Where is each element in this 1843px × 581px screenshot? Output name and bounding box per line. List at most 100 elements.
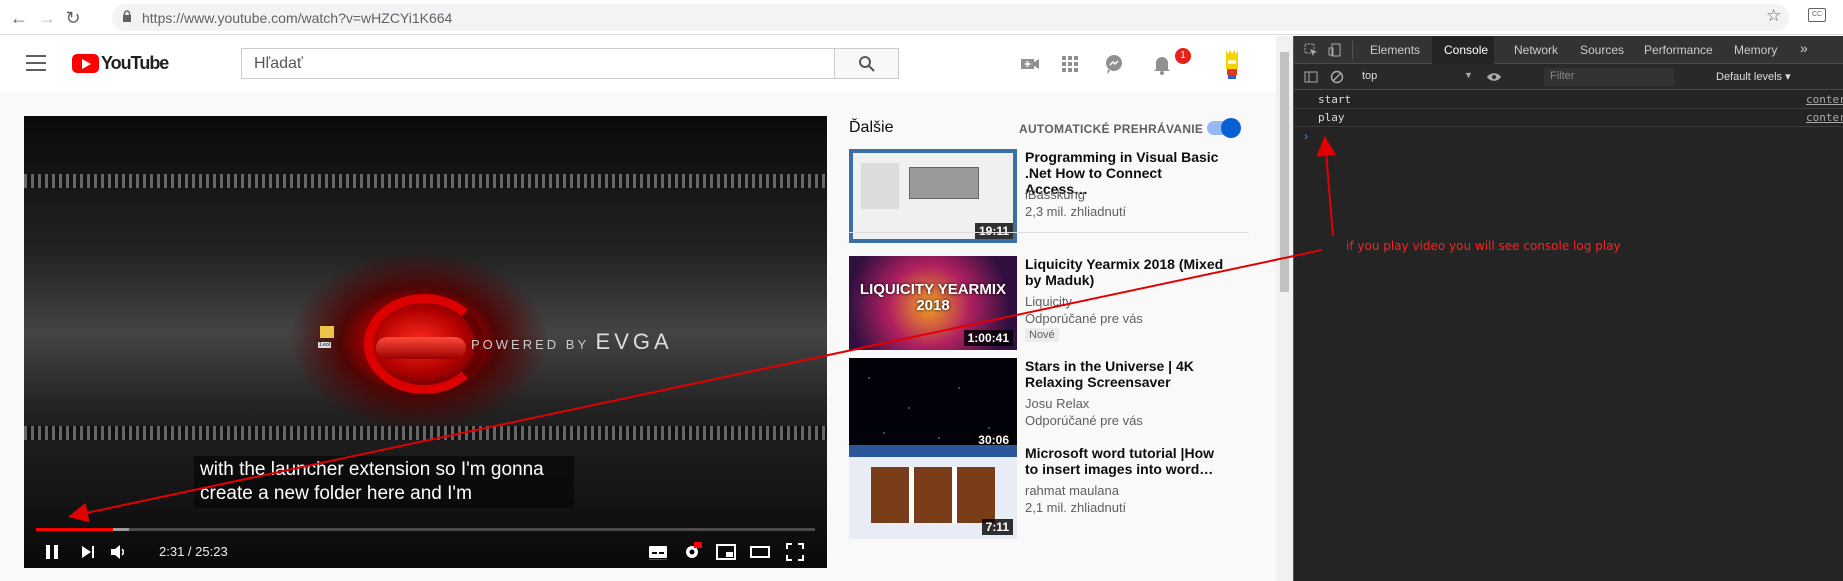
console-log-line: play conter xyxy=(1294,109,1843,127)
devtools-panel: Elements Console Network Sources Perform… xyxy=(1293,36,1843,581)
pause-icon[interactable] xyxy=(44,544,60,560)
video-duration: 1:00:41 xyxy=(963,330,1013,346)
video-channel[interactable]: Liquicity xyxy=(1025,294,1072,309)
reload-icon[interactable]: ↻ xyxy=(60,5,86,31)
video-item[interactable]: LIQUICITY YEARMIX 2018 1:00:41 Liquicity… xyxy=(849,256,1249,350)
video-thumbnail[interactable]: 19:11 xyxy=(849,149,1017,243)
up-next-label: Ďalšie xyxy=(849,119,894,136)
sidebar-toggle-icon[interactable] xyxy=(1304,70,1318,84)
search-button[interactable] xyxy=(834,48,899,79)
youtube-page: YouTube Hľadať 1 POWERED BY EVGA 1.eol w… xyxy=(0,36,1276,581)
tab-console[interactable]: Console xyxy=(1444,43,1488,57)
apps-icon[interactable] xyxy=(1058,52,1082,76)
avatar[interactable] xyxy=(1220,48,1244,80)
time-display: 2:31 / 25:23 xyxy=(159,544,228,559)
menu-icon[interactable] xyxy=(26,55,46,71)
video-channel[interactable]: Josu Relax xyxy=(1025,396,1089,411)
log-message: start xyxy=(1318,93,1352,106)
tab-memory[interactable]: Memory xyxy=(1734,43,1777,57)
annotation-text: if you play video you will see console l… xyxy=(1346,239,1621,253)
log-source-link[interactable]: conter xyxy=(1806,111,1843,124)
search-icon xyxy=(859,56,875,72)
video-item[interactable]: 19:11 Programming in Visual Basic .Net H… xyxy=(849,149,1249,243)
video-duration: 7:11 xyxy=(981,519,1013,535)
video-title[interactable]: Stars in the Universe | 4K Relaxing Scre… xyxy=(1025,358,1225,390)
youtube-logo[interactable]: YouTube xyxy=(72,53,169,74)
caption-line-2: create a new folder here and I'm xyxy=(200,483,472,504)
desktop-folder-icon xyxy=(320,326,334,338)
autoplay-toggle[interactable] xyxy=(1207,118,1241,138)
video-thumbnail[interactable]: LIQUICITY YEARMIX 2018 1:00:41 xyxy=(849,256,1017,350)
lock-icon xyxy=(123,10,131,22)
video-item[interactable]: 30:06 Stars in the Universe | 4K Relaxin… xyxy=(849,358,1249,452)
log-source-link[interactable]: conter xyxy=(1806,93,1843,106)
notification-badge: 1 xyxy=(1175,48,1191,64)
messages-icon[interactable] xyxy=(1102,52,1126,76)
console-log-line: start conter xyxy=(1294,91,1843,109)
desktop-folder-label: 1.eol xyxy=(318,342,331,348)
tab-network[interactable]: Network xyxy=(1514,43,1558,57)
context-dropdown-icon[interactable]: ▼ xyxy=(1464,70,1473,80)
devtools-tabbar: Elements Console Network Sources Perform… xyxy=(1294,36,1843,64)
create-video-icon[interactable] xyxy=(1018,52,1042,76)
wallpaper-evga-text: POWERED BY EVGA xyxy=(471,329,673,354)
miniplayer-icon[interactable] xyxy=(716,544,736,560)
more-tabs-icon[interactable]: » xyxy=(1800,40,1808,56)
console-toolbar: top ▼ Filter Default levels ▾ xyxy=(1294,64,1843,90)
log-message: play xyxy=(1318,111,1345,124)
filter-input[interactable]: Filter xyxy=(1544,68,1674,86)
video-meta: 2,3 mil. zhliadnutí xyxy=(1025,204,1127,219)
video-player[interactable]: POWERED BY EVGA 1.eol with the launcher … xyxy=(24,116,827,568)
youtube-logo-text: YouTube xyxy=(101,53,169,73)
progress-played xyxy=(36,528,114,531)
tab-sources[interactable]: Sources xyxy=(1580,43,1624,57)
search-placeholder: Hľadať xyxy=(254,55,303,72)
log-levels-dropdown[interactable]: Default levels ▾ xyxy=(1716,70,1791,83)
clear-console-icon[interactable] xyxy=(1330,70,1344,84)
device-toggle-icon[interactable] xyxy=(1328,43,1342,57)
video-meta: Odporúčané pre vás xyxy=(1025,311,1143,326)
up-next-sidebar: Ďalšie AUTOMATICKÉ PREHRÁVANIE 19:11 Pro… xyxy=(849,116,1249,581)
notifications-icon[interactable] xyxy=(1150,52,1174,76)
evga-logo-pill xyxy=(376,337,466,359)
fullscreen-icon[interactable] xyxy=(786,543,804,561)
tab-performance[interactable]: Performance xyxy=(1644,43,1713,57)
subtitle-caption: with the launcher extension so I'm gonna… xyxy=(194,456,574,508)
address-bar[interactable]: https://www.youtube.com/watch?v=wHZCYi1K… xyxy=(112,4,1789,31)
tab-elements[interactable]: Elements xyxy=(1370,43,1420,57)
scrollbar-thumb[interactable] xyxy=(1280,52,1289,292)
settings-icon[interactable] xyxy=(682,541,702,561)
theater-mode-icon[interactable] xyxy=(750,544,770,560)
progress-bar[interactable] xyxy=(36,528,815,531)
video-meta: 2,1 mil. zhliadnutí xyxy=(1025,500,1127,515)
video-title[interactable]: Microsoft word tutorial |How to insert i… xyxy=(1025,445,1225,477)
console-prompt[interactable]: › xyxy=(1304,129,1308,143)
divider xyxy=(849,232,1249,233)
autoplay-label: AUTOMATICKÉ PREHRÁVANIE xyxy=(1019,122,1204,136)
video-title[interactable]: Liquicity Yearmix 2018 (Mixed by Maduk) xyxy=(1025,256,1225,288)
context-select[interactable]: top xyxy=(1362,70,1377,82)
next-icon[interactable] xyxy=(80,544,96,560)
extension-icon[interactable]: CC xyxy=(1808,8,1826,22)
eye-icon[interactable] xyxy=(1486,71,1502,83)
inspect-icon[interactable] xyxy=(1304,43,1318,57)
forward-icon[interactable]: → xyxy=(34,5,60,31)
wallpaper-grille-bottom xyxy=(24,426,827,440)
url-text: https://www.youtube.com/watch?v=wHZCYi1K… xyxy=(142,10,453,26)
video-channel[interactable]: rahmat maulana xyxy=(1025,483,1119,498)
video-channel[interactable]: iBasskung xyxy=(1025,187,1085,202)
player-controls: 2:31 / 25:23 xyxy=(24,536,827,568)
video-item[interactable]: 7:11 Microsoft word tutorial |How to ins… xyxy=(849,445,1249,539)
page-scrollbar[interactable] xyxy=(1276,36,1293,581)
back-icon[interactable]: ← xyxy=(6,5,32,31)
volume-icon[interactable] xyxy=(110,544,128,560)
new-badge: Nové xyxy=(1025,328,1059,342)
subtitles-icon[interactable] xyxy=(648,544,668,560)
video-thumbnail[interactable]: 7:11 xyxy=(849,445,1017,539)
star-icon[interactable]: ☆ xyxy=(1766,6,1781,26)
video-thumbnail[interactable]: 30:06 xyxy=(849,358,1017,452)
wallpaper-grille-top xyxy=(24,174,827,188)
search-input[interactable]: Hľadať xyxy=(241,48,835,79)
video-duration: 19:11 xyxy=(974,223,1013,239)
thumbnail-text: LIQUICITY YEARMIX 2018 xyxy=(859,281,1007,314)
